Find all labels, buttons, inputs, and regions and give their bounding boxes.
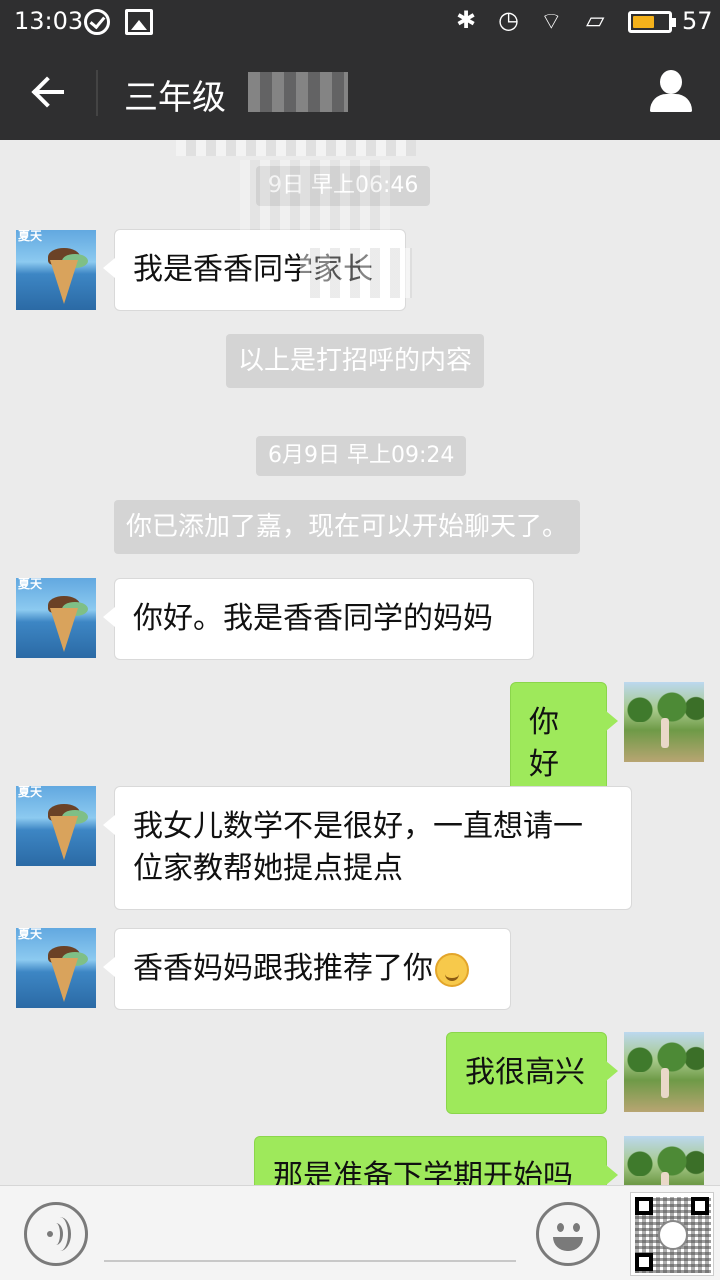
my-avatar[interactable]	[624, 1136, 704, 1185]
battery-percent: 57	[682, 7, 713, 35]
status-bar: 13:03 ✱ ◷ ⌔ ▱ 57	[0, 0, 720, 44]
qr-code-button[interactable]	[630, 1192, 714, 1276]
smiling-face-emoji	[435, 952, 469, 987]
smiley-icon	[557, 1223, 564, 1232]
person-icon	[660, 70, 682, 94]
message-bubble-incoming[interactable]: 你好。我是香香同学的妈妈	[103, 578, 534, 660]
bluetooth-icon: ✱	[456, 6, 477, 34]
message-bubble-incoming[interactable]: 香香妈妈跟我推荐了你	[103, 928, 511, 1010]
image-icon	[125, 9, 153, 35]
message-text: 我很高兴	[465, 1055, 585, 1090]
redaction-blur	[300, 248, 412, 298]
emoji-button[interactable]	[536, 1202, 600, 1266]
voice-input-button[interactable]	[24, 1202, 88, 1266]
contact-avatar[interactable]: 夏天	[16, 230, 96, 310]
timestamp: 6月9日 早上09:24	[256, 436, 467, 476]
back-button[interactable]	[28, 72, 68, 112]
contact-avatar[interactable]: 夏天	[16, 578, 96, 658]
chat-info-button[interactable]	[648, 68, 694, 114]
redacted-title-blur	[248, 72, 348, 112]
message-text: 香香妈妈跟我推荐了你	[133, 951, 433, 986]
check-circle-icon	[84, 9, 110, 35]
message-input[interactable]	[104, 1206, 516, 1262]
wifi-icon: ⌔	[540, 7, 563, 35]
rotate-screen-icon: ▱	[586, 6, 605, 34]
my-avatar[interactable]	[624, 682, 704, 762]
status-time: 13:03	[14, 7, 84, 35]
system-message: 以上是打招呼的内容	[226, 334, 485, 388]
chat-header: 三年级	[0, 44, 720, 140]
contact-avatar[interactable]: 夏天	[16, 786, 96, 866]
message-bubble-outgoing[interactable]: 那是准备下学期开始吗	[254, 1136, 618, 1185]
message-bubble-outgoing[interactable]: 我很高兴	[446, 1032, 618, 1114]
battery-icon	[628, 11, 676, 33]
chat-title: 三年级	[124, 78, 226, 118]
message-text: 那是准备下学期开始吗	[273, 1159, 573, 1185]
alarm-icon: ◷	[498, 6, 519, 34]
my-avatar[interactable]	[624, 1032, 704, 1112]
message-bubble-incoming[interactable]: 我女儿数学不是很好，一直想请一 位家教帮她提点提点	[103, 786, 632, 910]
battery-level	[633, 16, 654, 28]
message-text: 你好。我是香香同学的妈妈	[133, 601, 493, 636]
watermark-overlay	[240, 160, 390, 230]
message-text: 你好	[529, 705, 559, 782]
message-list[interactable]: 9日 早上06:46 夏天 我是香香同学家长 以上是打招呼的内容 6月9日 早上…	[0, 140, 720, 1185]
contact-avatar[interactable]: 夏天	[16, 928, 96, 1008]
watermark-overlay	[176, 140, 416, 156]
header-divider	[96, 70, 98, 116]
input-bar	[0, 1185, 720, 1280]
message-text-line: 位家教帮她提点提点	[133, 851, 403, 886]
system-message: 你已添加了嘉，现在可以开始聊天了。	[114, 500, 581, 554]
message-text-line: 我女儿数学不是很好，一直想请一	[133, 809, 583, 844]
